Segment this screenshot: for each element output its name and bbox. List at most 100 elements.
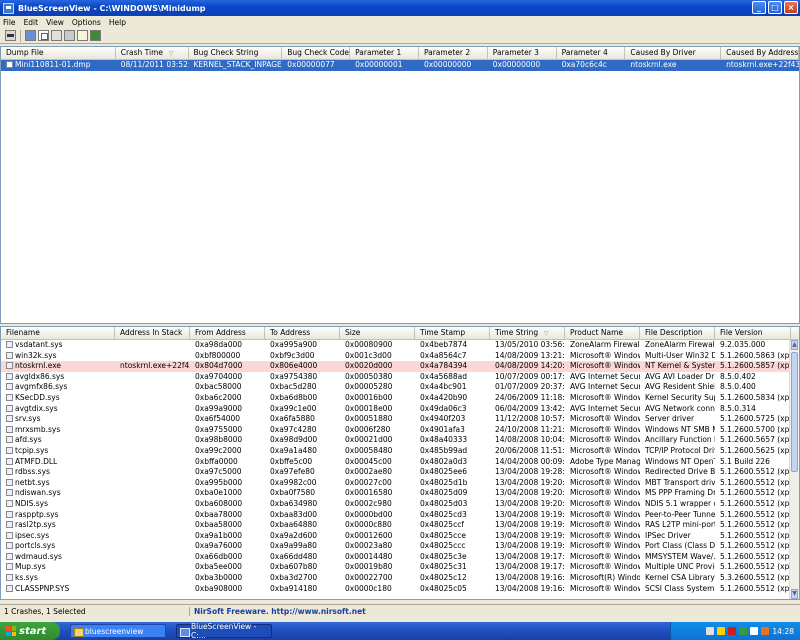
col-bug-check-string[interactable]: Bug Check String xyxy=(189,47,283,59)
menu-view[interactable]: View xyxy=(46,18,64,27)
table-row[interactable]: ndiswan.sys 0xba0e1000 0xba0f7580 0x0001658… xyxy=(1,488,799,499)
title-bar[interactable]: BlueScreenView - C:\WINDOWS\Minidump _ □… xyxy=(0,0,800,16)
col-file-version[interactable]: File Version xyxy=(715,327,791,339)
table-row[interactable]: win32k.sys 0xbf800000 0xbf9c3d00 0x001c3d00… xyxy=(1,351,799,362)
status-nirsoft-link[interactable]: NirSoft Freeware. http://www.nirsoft.net xyxy=(190,607,366,616)
clock[interactable]: 14:28 xyxy=(772,627,794,636)
cell-from-address: 0xa66db000 xyxy=(195,551,243,561)
cell-address-in-stack xyxy=(115,573,190,584)
crash-row[interactable]: Mini110811-01.dmp 08/11/2011 03:52:08 KE… xyxy=(1,60,799,71)
col-time-string[interactable]: Time String ▽ xyxy=(490,327,565,339)
table-row[interactable]: tcpip.sys 0xa99c2000 0xa9a1a480 0x00058480 0… xyxy=(1,446,799,457)
menu-file[interactable]: File xyxy=(3,18,16,27)
window-title: BlueScreenView - C:\WINDOWS\Minidump xyxy=(18,3,206,13)
tray-icon[interactable] xyxy=(761,627,770,635)
col-filename[interactable]: Filename xyxy=(1,327,115,339)
tray-icon[interactable] xyxy=(706,627,715,635)
table-row[interactable]: ks.sys 0xba3b0000 0xba3d2700 0x00022700 0x48… xyxy=(1,573,799,584)
cell-time-string: 24/10/2008 11:21:07 xyxy=(495,424,565,434)
cell-address-in-stack xyxy=(115,372,190,383)
col-caused-by-address[interactable]: Caused By Address xyxy=(721,47,799,59)
col-dump-file[interactable]: Dump File xyxy=(1,47,116,59)
col-address-in-stack[interactable]: Address In Stack xyxy=(115,327,190,339)
cell-from-address: 0xa9a76000 xyxy=(195,541,243,551)
cell-filename-text: wdmaud.sys xyxy=(15,551,62,561)
cell-address-in-stack xyxy=(115,531,190,542)
table-row[interactable]: avgmfx86.sys 0xbac58000 0xbac5d280 0x000052… xyxy=(1,382,799,393)
table-row[interactable]: raspptp.sys 0xbaa78000 0xbaa83d00 0x0000bd0… xyxy=(1,510,799,521)
cell-time-string: 04/08/2009 14:20:04 xyxy=(495,361,565,371)
cell-filename: Mup.sys xyxy=(1,562,115,573)
properties-icon[interactable] xyxy=(64,30,75,41)
col-to-address[interactable]: To Address xyxy=(265,327,340,339)
refresh-icon[interactable] xyxy=(77,30,88,41)
table-row[interactable]: afd.sys 0xa98b8000 0xa98d9d00 0x00021d00 0x4… xyxy=(1,435,799,446)
col-parameter-2[interactable]: Parameter 2 xyxy=(419,47,488,59)
table-row[interactable]: Mup.sys 0xba5ee000 0xba607b80 0x00019b80 0x4… xyxy=(1,562,799,573)
col-size[interactable]: Size xyxy=(340,327,415,339)
cell-file-version: 5.1.2600.5700 (xps... xyxy=(720,424,791,434)
advanced-options-icon[interactable] xyxy=(5,30,16,41)
menu-options[interactable]: Options xyxy=(72,18,101,27)
table-row[interactable]: rasl2tp.sys 0xbaa58000 0xbaa64880 0x0000c88… xyxy=(1,520,799,531)
close-button[interactable]: × xyxy=(784,1,798,14)
cell-time-string: 06/04/2009 13:42:27 xyxy=(495,403,565,413)
driver-list-header: Filename Address In Stack From Address T… xyxy=(1,327,799,340)
tray-icon[interactable] xyxy=(739,627,748,635)
exit-icon[interactable] xyxy=(90,30,101,41)
table-row[interactable]: avgldx86.sys 0xa9704000 0xa9754380 0x000503… xyxy=(1,372,799,383)
driver-file-icon xyxy=(6,446,13,454)
vertical-scrollbar[interactable]: ▲ ▼ xyxy=(789,340,799,599)
col-crash-time[interactable]: Crash Time ▽ xyxy=(116,47,189,59)
cell-time-string: 13/04/2008 19:19:40 xyxy=(495,541,565,551)
crash-list[interactable]: Dump File Crash Time ▽ Bug Check String B… xyxy=(0,46,800,324)
col-product-name[interactable]: Product Name xyxy=(565,327,640,339)
minimize-button[interactable]: _ xyxy=(752,1,766,14)
col-time-stamp[interactable]: Time Stamp xyxy=(415,327,490,339)
table-row[interactable]: ntoskrnl.exe ntoskrnl.exe+22f43 0x804d7000… xyxy=(1,361,799,372)
cell-filename-text: raspptp.sys xyxy=(15,509,59,519)
taskbar-item-folder[interactable]: bluescreenview xyxy=(70,624,166,638)
table-row[interactable]: KSecDD.sys 0xba6c2000 0xba6d8b00 0x00016b00… xyxy=(1,393,799,404)
table-row[interactable]: srv.sys 0xa6f54000 0xa6fa5880 0x00051880 0x4… xyxy=(1,414,799,425)
cell-address-in-stack xyxy=(115,488,190,499)
col-caused-by-driver[interactable]: Caused By Driver xyxy=(625,47,722,59)
table-row[interactable]: CLASSPNP.SYS 0xba908000 0xba914180 0x0000c1… xyxy=(1,584,799,595)
html-report-icon[interactable] xyxy=(38,30,49,41)
col-file-description[interactable]: File Description xyxy=(640,327,715,339)
table-row[interactable]: portcls.sys 0xa9a76000 0xa9a99a80 0x00023a8… xyxy=(1,541,799,552)
table-row[interactable]: wdmaud.sys 0xa66db000 0xa66dd480 0x00014480… xyxy=(1,552,799,563)
cell-filename: avgtdix.sys xyxy=(1,404,115,415)
maximize-button[interactable]: □ xyxy=(768,1,782,14)
table-row[interactable]: netbt.sys 0xa995b000 0xa9982c00 0x00027c00 0… xyxy=(1,478,799,489)
cell-file-description: Server driver xyxy=(645,414,695,424)
menu-edit[interactable]: Edit xyxy=(24,18,39,27)
driver-list[interactable]: Filename Address In Stack From Address T… xyxy=(0,326,800,600)
table-row[interactable]: avgtdix.sys 0xa99a9000 0xa99c1e00 0x00018e0… xyxy=(1,404,799,415)
table-row[interactable]: rdbss.sys 0xa97c5000 0xa97efe80 0x0002ae80 0… xyxy=(1,467,799,478)
tray-icon[interactable] xyxy=(728,627,737,635)
start-button[interactable]: start xyxy=(0,622,60,640)
cell-size: 0x0000c180 xyxy=(345,583,392,593)
scroll-up-icon[interactable]: ▲ xyxy=(791,340,798,350)
table-row[interactable]: ipsec.sys 0xa9a1b000 0xa9a2d600 0x00012600 0… xyxy=(1,531,799,542)
tray-icon[interactable] xyxy=(750,627,759,635)
table-row[interactable]: NDIS.sys 0xba608000 0xba634980 0x0002c980 0x… xyxy=(1,499,799,510)
taskbar-item-bluescreenview[interactable]: BlueScreenView - C:... xyxy=(176,622,272,640)
cell-from-address: 0xa9704000 xyxy=(195,371,243,381)
table-row[interactable]: mrxsmb.sys 0xa9755000 0xa97c4280 0x0006f280… xyxy=(1,425,799,436)
save-icon[interactable] xyxy=(25,30,36,41)
menu-help[interactable]: Help xyxy=(109,18,126,27)
col-from-address[interactable]: From Address xyxy=(190,327,265,339)
table-row[interactable]: ATMFD.DLL 0xbffa0000 0xbffe5c00 0x00045c00 0… xyxy=(1,457,799,468)
scrollbar-thumb[interactable] xyxy=(791,352,798,472)
scroll-down-icon[interactable]: ▼ xyxy=(791,589,798,599)
copy-icon[interactable] xyxy=(51,30,62,41)
table-row[interactable]: vsdatant.sys 0xa98da000 0xa995a900 0x000809… xyxy=(1,340,799,351)
col-parameter-4[interactable]: Parameter 4 xyxy=(557,47,626,59)
tray-icon[interactable] xyxy=(717,627,726,635)
col-bug-check-code[interactable]: Bug Check Code xyxy=(282,47,351,59)
col-parameter-3[interactable]: Parameter 3 xyxy=(488,47,557,59)
col-parameter-1[interactable]: Parameter 1 xyxy=(350,47,419,59)
cell-size: 0x00005280 xyxy=(345,382,393,392)
